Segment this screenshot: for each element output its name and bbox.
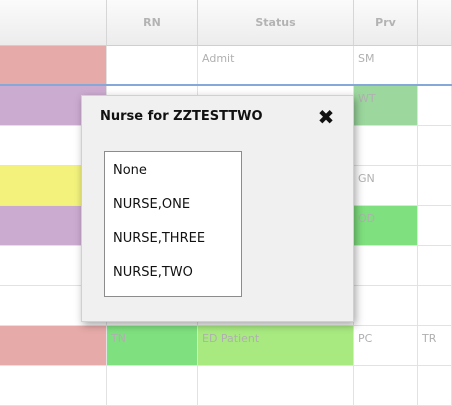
cell-patient[interactable] xyxy=(0,366,107,405)
cell-extra[interactable] xyxy=(418,126,452,165)
nurse-option-one[interactable]: NURSE,ONE xyxy=(105,190,241,224)
nurse-option-three[interactable]: NURSE,THREE xyxy=(105,224,241,258)
cell-status[interactable]: ED Patient xyxy=(198,326,354,365)
cell-provider[interactable]: OD xyxy=(354,206,418,245)
cell-rn[interactable] xyxy=(107,366,198,405)
cell-status[interactable] xyxy=(198,366,354,405)
cell-extra[interactable] xyxy=(418,166,452,205)
column-header-patient[interactable] xyxy=(0,0,107,46)
cell-provider[interactable]: PC xyxy=(354,326,418,365)
cell-provider[interactable] xyxy=(354,246,418,285)
cell-patient[interactable] xyxy=(0,46,107,84)
cell-provider[interactable]: SM xyxy=(354,46,418,84)
column-header-rn[interactable]: RN xyxy=(107,0,198,46)
cell-extra[interactable] xyxy=(418,366,452,405)
cell-provider[interactable]: WT xyxy=(354,86,418,125)
nurse-listbox[interactable]: None NURSE,ONE NURSE,THREE NURSE,TWO xyxy=(104,151,242,297)
table-row[interactable]: TN ED Patient PC TR xyxy=(0,326,452,366)
column-header-extra[interactable] xyxy=(418,0,452,46)
cell-provider[interactable]: GN xyxy=(354,166,418,205)
nurse-select-dialog: Nurse for ZZTESTTWO ✖ None NURSE,ONE NUR… xyxy=(81,95,354,322)
cell-patient[interactable] xyxy=(0,326,107,365)
table-row[interactable]: Admit SM xyxy=(0,46,452,86)
cell-rn[interactable] xyxy=(107,46,198,84)
cell-extra[interactable]: TR xyxy=(418,326,452,365)
nurse-option-none[interactable]: None xyxy=(105,156,241,190)
table-row[interactable] xyxy=(0,366,452,406)
cell-extra[interactable] xyxy=(418,286,452,325)
column-header-provider[interactable]: Prv xyxy=(354,0,418,46)
cell-extra[interactable] xyxy=(418,46,452,84)
close-icon[interactable]: ✖ xyxy=(314,105,338,129)
cell-rn[interactable]: TN xyxy=(107,326,198,365)
column-header-status[interactable]: Status xyxy=(198,0,354,46)
cell-extra[interactable] xyxy=(418,246,452,285)
cell-status[interactable]: Admit xyxy=(198,46,354,84)
cell-extra[interactable] xyxy=(418,206,452,245)
cell-provider[interactable] xyxy=(354,366,418,405)
nurse-option-two[interactable]: NURSE,TWO xyxy=(105,258,241,292)
cell-extra[interactable] xyxy=(418,86,452,125)
cell-provider[interactable] xyxy=(354,286,418,325)
dialog-title: Nurse for ZZTESTTWO xyxy=(100,109,263,124)
cell-provider[interactable] xyxy=(354,126,418,165)
